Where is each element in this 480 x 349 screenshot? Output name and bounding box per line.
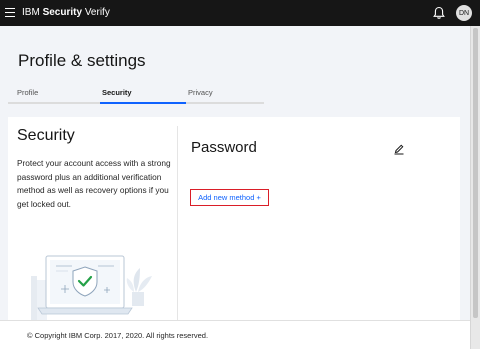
bell-icon[interactable] [432, 6, 446, 20]
brand-prefix: IBM [22, 7, 40, 18]
top-navigation-bar: IBM Security Verify DN [0, 0, 480, 26]
footer: © Copyright IBM Corp. 2017, 2020. All ri… [0, 320, 470, 349]
vertical-scrollbar[interactable] [470, 26, 480, 349]
page-title: Profile & settings [18, 51, 146, 70]
hamburger-menu-icon[interactable] [5, 8, 15, 18]
card-divider [177, 126, 178, 320]
user-avatar[interactable]: DN [456, 5, 472, 21]
add-new-method-button[interactable]: Add new method + [190, 189, 269, 206]
security-illustration [28, 252, 158, 320]
security-heading: Security [17, 127, 75, 144]
tab-security[interactable]: Security [102, 88, 132, 97]
brand-suffix: Verify [84, 7, 110, 18]
tab-privacy[interactable]: Privacy [188, 88, 213, 97]
settings-tabs: Profile Security Privacy [8, 84, 264, 104]
brand-bold: Security [42, 7, 83, 18]
copyright-text: © Copyright IBM Corp. 2017, 2020. All ri… [27, 331, 209, 340]
edit-pencil-icon[interactable] [393, 142, 405, 155]
scrollbar-thumb[interactable] [473, 28, 478, 318]
tab-profile[interactable]: Profile [17, 88, 38, 97]
password-heading: Password [191, 139, 257, 156]
active-tab-indicator [100, 102, 186, 104]
security-description: Protect your account access with a stron… [17, 158, 171, 209]
brand-logo[interactable]: IBM Security Verify [22, 7, 110, 18]
